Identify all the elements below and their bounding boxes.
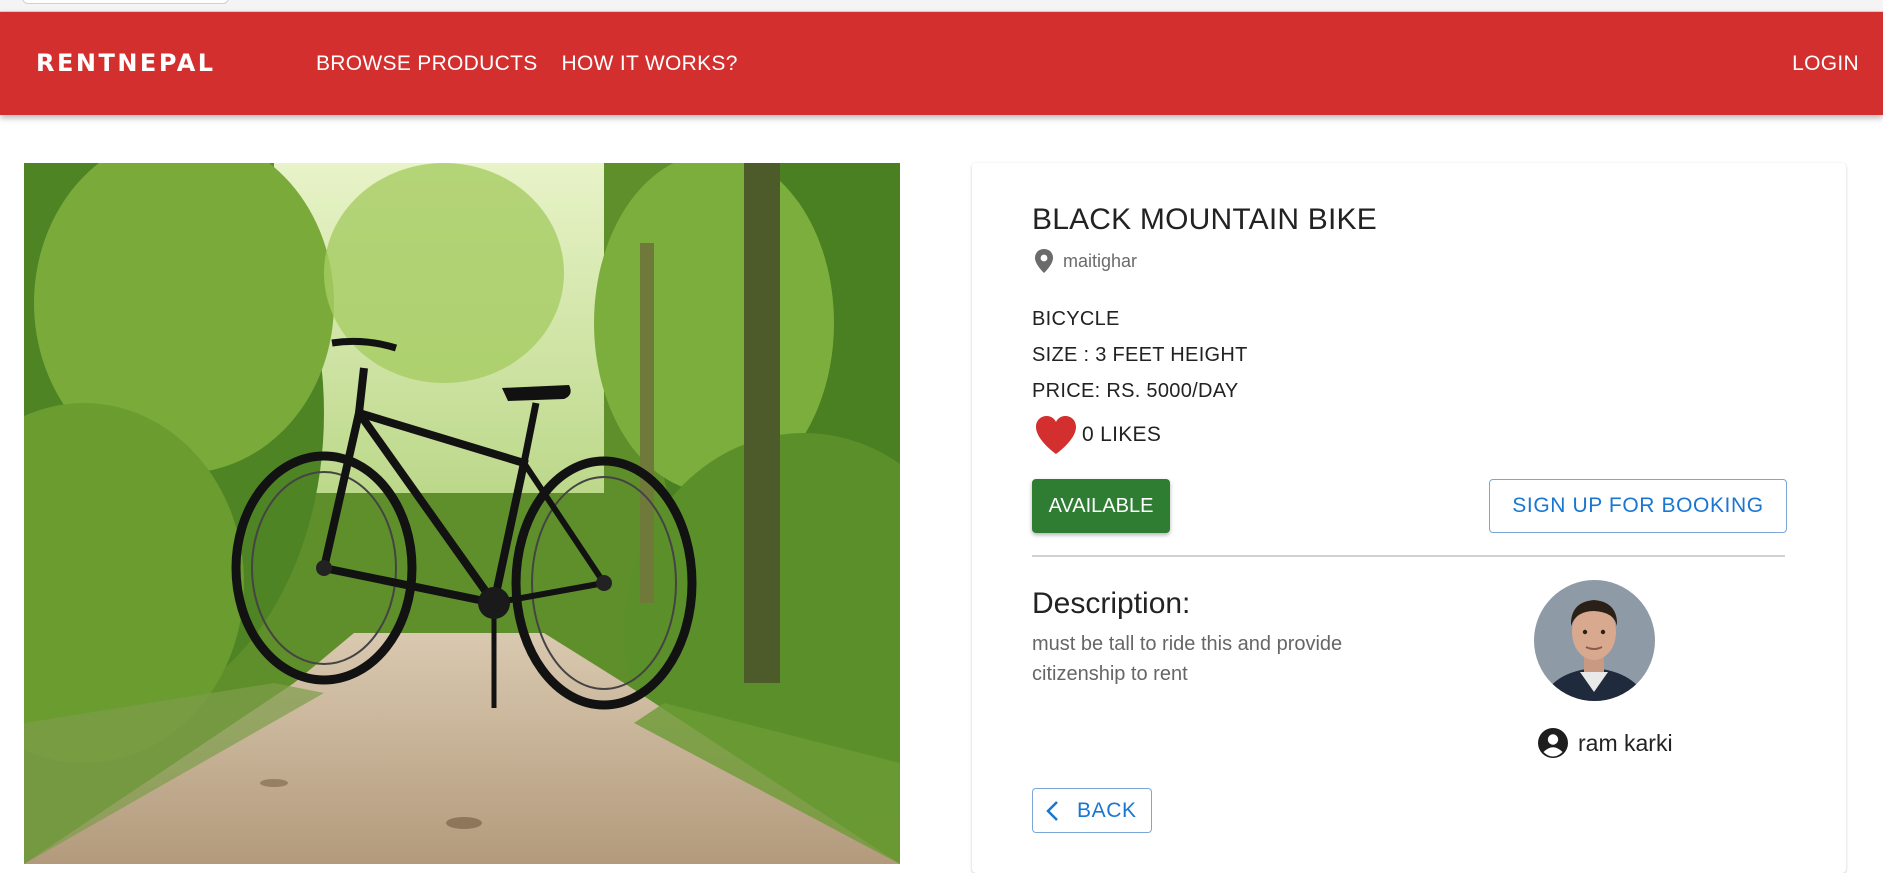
chevron-left-icon — [1046, 800, 1058, 821]
back-button[interactable]: BACK — [1032, 788, 1152, 833]
location-pin-icon — [1035, 249, 1053, 273]
nav-how-it-works[interactable]: HOW IT WORKS? — [550, 44, 750, 84]
heart-icon[interactable] — [1034, 414, 1078, 456]
account-circle-icon — [1538, 728, 1568, 758]
bicycle-photo — [24, 163, 900, 864]
product-image — [24, 163, 900, 864]
location-text: maitighar — [1063, 250, 1138, 271]
divider — [1032, 555, 1785, 557]
description-heading: Description: — [1032, 587, 1191, 620]
back-label: BACK — [1077, 798, 1137, 822]
owner-info: ram karki — [1537, 727, 1673, 759]
main-nav: BROWSE PRODUCTS HOW IT WORKS? — [304, 12, 750, 115]
likes-count: 0 LIKES — [1082, 423, 1162, 446]
nav-browse-products[interactable]: BROWSE PRODUCTS — [304, 44, 550, 84]
product-location: maitighar — [1034, 248, 1137, 274]
sign-up-for-booking-button[interactable]: SIGN UP FOR BOOKING — [1489, 479, 1787, 533]
likes-row: 0 LIKES — [1034, 414, 1161, 456]
product-size: SIZE : 3 FEET HEIGHT — [1032, 344, 1248, 366]
owner-avatar-image — [1534, 580, 1655, 701]
browser-tab-pill[interactable] — [22, 0, 229, 4]
app-bar: RENTNEPAL BROWSE PRODUCTS HOW IT WORKS? … — [0, 12, 1883, 115]
owner-name: ram karki — [1578, 729, 1673, 756]
brand-logo[interactable]: RENTNEPAL — [36, 12, 216, 115]
product-detail-card: BLACK MOUNTAIN BIKE maitighar BICYCLE SI… — [972, 163, 1846, 873]
description-text: must be tall to ride this and provide ci… — [1032, 633, 1343, 685]
product-price: PRICE: RS. 5000/DAY — [1032, 380, 1239, 402]
product-category: BICYCLE — [1032, 308, 1120, 330]
owner-avatar[interactable] — [1534, 580, 1655, 701]
login-button[interactable]: LOGIN — [1792, 12, 1859, 115]
product-title: BLACK MOUNTAIN BIKE — [1032, 203, 1377, 236]
browser-top-strip — [0, 0, 1883, 12]
available-status-button[interactable]: AVAILABLE — [1032, 479, 1170, 533]
